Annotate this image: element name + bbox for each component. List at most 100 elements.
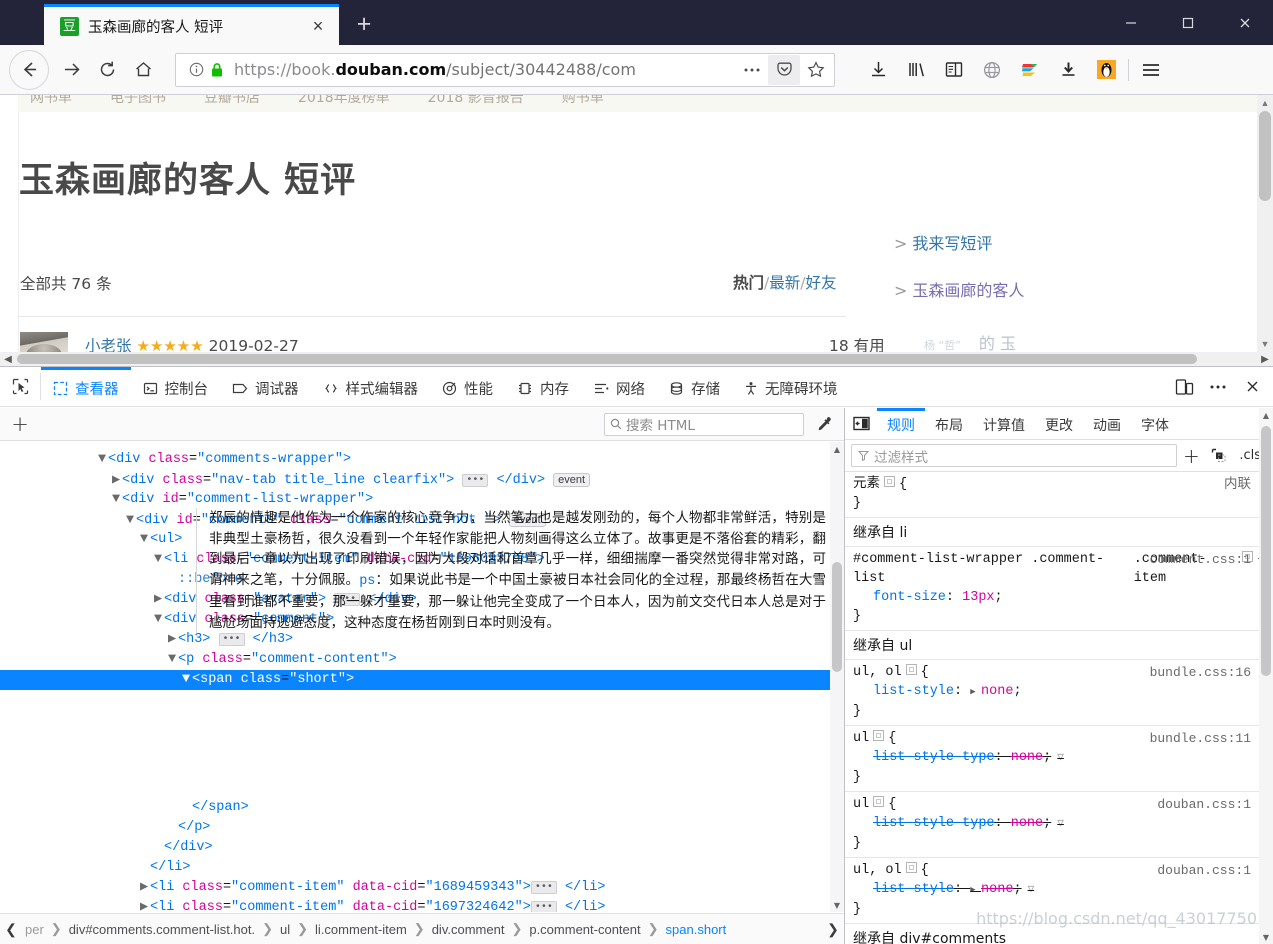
css-rule[interactable]: ul, ol {douban.css:1 list-style: ▶ none; ▽… (845, 858, 1273, 924)
breadcrumb[interactable]: ❮ per ❯ div#comments.comment-list.hot. ❯… (0, 913, 844, 944)
css-selector[interactable]: ul (853, 795, 869, 814)
filter-icon[interactable]: ▽ (1028, 884, 1035, 896)
tab-computed[interactable]: 计算值 (973, 408, 1035, 439)
rule-toggle-icon[interactable] (884, 476, 895, 487)
scroll-up-icon[interactable]: ▲ (830, 442, 844, 456)
nav-item-1[interactable]: 电子图书 (110, 95, 166, 107)
rules-list[interactable]: 元素 {内联} 继承自 li #comment-list-wrapper .comm… (845, 472, 1273, 944)
twisty-icon[interactable]: ▼ (182, 670, 192, 690)
css-source-link[interactable]: douban.css:1 (1157, 861, 1251, 880)
dom-node[interactable]: ▼ <p class="comment-content"> (0, 650, 844, 670)
scroll-down-icon[interactable]: ▼ (1257, 336, 1273, 352)
breadcrumb-item-0[interactable]: per (22, 922, 47, 937)
breadcrumb-scroll-right-icon[interactable]: ❯ (822, 921, 844, 938)
rule-toggle-icon[interactable] (905, 862, 917, 873)
add-node-button[interactable]: + (0, 412, 40, 436)
breadcrumb-item-2[interactable]: ul (277, 922, 293, 937)
tab-debugger[interactable]: 调试器 (220, 367, 311, 406)
filter-styles-input[interactable]: 过滤样式 (851, 444, 1178, 467)
css-source-link[interactable]: douban.css:1 (1157, 795, 1251, 814)
breadcrumb-item-1[interactable]: div#comments.comment-list.hot. (66, 922, 258, 937)
css-rule[interactable]: ul, ol {bundle.css:16 list-style: ▶ none;… (845, 660, 1273, 726)
css-selector[interactable]: ul (853, 729, 869, 748)
browser-tab[interactable]: 豆 玉森画廊的客人 短评 × (44, 4, 339, 45)
dom-node[interactable]: ▶ <h3> ••• </h3> (0, 630, 844, 650)
dom-node[interactable]: ▶ <div class="nav-tab title_line clearfix… (0, 470, 844, 490)
library-icon[interactable] (897, 52, 935, 88)
element-picker-icon[interactable] (0, 367, 40, 406)
scroll-right-icon[interactable]: ▶ (1257, 352, 1273, 366)
twisty-icon[interactable]: ▼ (140, 530, 150, 550)
css-source-link[interactable]: bundle.css:11 (1150, 729, 1251, 748)
css-property[interactable]: list-style-type (853, 750, 995, 765)
page-vertical-scrollbar[interactable]: ▲ ▼ (1257, 95, 1273, 366)
nav-item-0[interactable]: 网书单 (30, 95, 72, 107)
tab-fonts[interactable]: 字体 (1131, 408, 1179, 439)
scroll-up-icon[interactable]: ▲ (1259, 408, 1273, 422)
css-declaration[interactable]: list-style: ▶ none; ▽ (853, 880, 1265, 900)
colorful-icon[interactable] (1011, 52, 1049, 88)
twisty-icon[interactable]: ▼ (154, 610, 164, 630)
scroll-left-icon[interactable]: ◀ (0, 352, 16, 366)
tab-rules[interactable]: 规则 (877, 408, 925, 439)
rules-scrollbar[interactable]: ▲ ▼ (1259, 408, 1273, 944)
sort-hot[interactable]: 热门 (733, 274, 764, 292)
expand-value-icon[interactable]: ▶ (970, 885, 981, 895)
responsive-design-icon[interactable] (1167, 367, 1201, 407)
rule-toggle-icon[interactable] (873, 730, 885, 741)
scroll-down-icon[interactable]: ▼ (830, 898, 844, 912)
dom-node[interactable]: ▶ <li class="comment-item" data-cid="1689… (0, 878, 844, 898)
tab-animations[interactable]: 动画 (1083, 408, 1131, 439)
pseudo-class-icon[interactable] (1205, 440, 1233, 472)
css-selector[interactable]: 元素 (853, 475, 880, 494)
pocket-icon[interactable] (768, 54, 800, 85)
twisty-icon[interactable]: ▶ (112, 471, 122, 491)
tab-memory[interactable]: 内存 (505, 367, 581, 406)
css-source-link[interactable]: bundle.css:16 (1150, 663, 1251, 682)
close-icon[interactable]: × (305, 13, 331, 39)
css-value[interactable]: 13px (962, 590, 994, 605)
home-icon[interactable] (125, 52, 161, 88)
css-property[interactable]: list-style-type (853, 816, 995, 831)
filter-icon[interactable]: ▽ (1057, 818, 1064, 830)
dom-node[interactable]: ▼ <div class="comments-wrapper"> (0, 450, 844, 470)
reload-icon[interactable] (89, 52, 125, 88)
css-declaration[interactable]: list-style-type: none; ▽ (853, 814, 1265, 834)
info-icon[interactable] (186, 62, 206, 77)
dom-node-selected[interactable]: ▼ <span class="short"> (0, 670, 844, 690)
css-rule[interactable]: 元素 {内联} (845, 472, 1273, 518)
hamburger-menu-icon[interactable] (1132, 52, 1170, 88)
panel-toggle-icon[interactable] (845, 408, 877, 439)
sidebar-icon[interactable] (935, 52, 973, 88)
css-value[interactable]: none (981, 882, 1013, 897)
tab-storage[interactable]: 存储 (657, 367, 732, 406)
tab-accessibility[interactable]: 无障碍环境 (732, 367, 850, 406)
close-devtools-icon[interactable] (1235, 367, 1269, 407)
rule-toggle-icon[interactable] (873, 796, 885, 807)
minimize-icon[interactable] (1102, 0, 1159, 45)
back-icon[interactable] (9, 49, 49, 90)
twisty-icon[interactable]: ▼ (98, 450, 108, 470)
rules-scroll-thumb[interactable] (1261, 426, 1271, 676)
css-rule[interactable]: ul {douban.css:1 list-style-type: none; ▽} (845, 792, 1273, 858)
breadcrumb-item-3[interactable]: li.comment-item (312, 922, 410, 937)
css-declaration[interactable]: font-size: 13px; (853, 588, 1265, 607)
page-horizontal-scroll-thumb[interactable] (17, 354, 1197, 364)
twisty-icon[interactable]: ▼ (112, 490, 122, 510)
forward-icon[interactable] (53, 52, 89, 88)
nav-item-4[interactable]: 2018 影音报告 (428, 95, 524, 107)
breadcrumb-item-4[interactable]: div.comment (429, 922, 508, 937)
tab-style-editor[interactable]: 样式编辑器 (311, 367, 431, 406)
nav-item-5[interactable]: 购书单 (562, 95, 604, 107)
css-rule[interactable]: ul {bundle.css:11 list-style-type: none; ▽… (845, 726, 1273, 792)
download-icon[interactable] (859, 52, 897, 88)
globe-icon[interactable] (973, 52, 1011, 88)
css-rule[interactable]: #comment-list-wrapper .comment-list .comm… (845, 547, 1273, 631)
twisty-icon[interactable]: ▶ (140, 898, 150, 912)
tab-console[interactable]: 控制台 (131, 367, 221, 406)
dom-node[interactable]: </div> (0, 838, 844, 858)
twisty-icon[interactable]: ▼ (126, 511, 136, 531)
dom-node[interactable]: </span> (0, 798, 844, 818)
tab-network[interactable]: 网络 (581, 367, 657, 406)
meatball-menu-icon[interactable] (1201, 367, 1235, 407)
